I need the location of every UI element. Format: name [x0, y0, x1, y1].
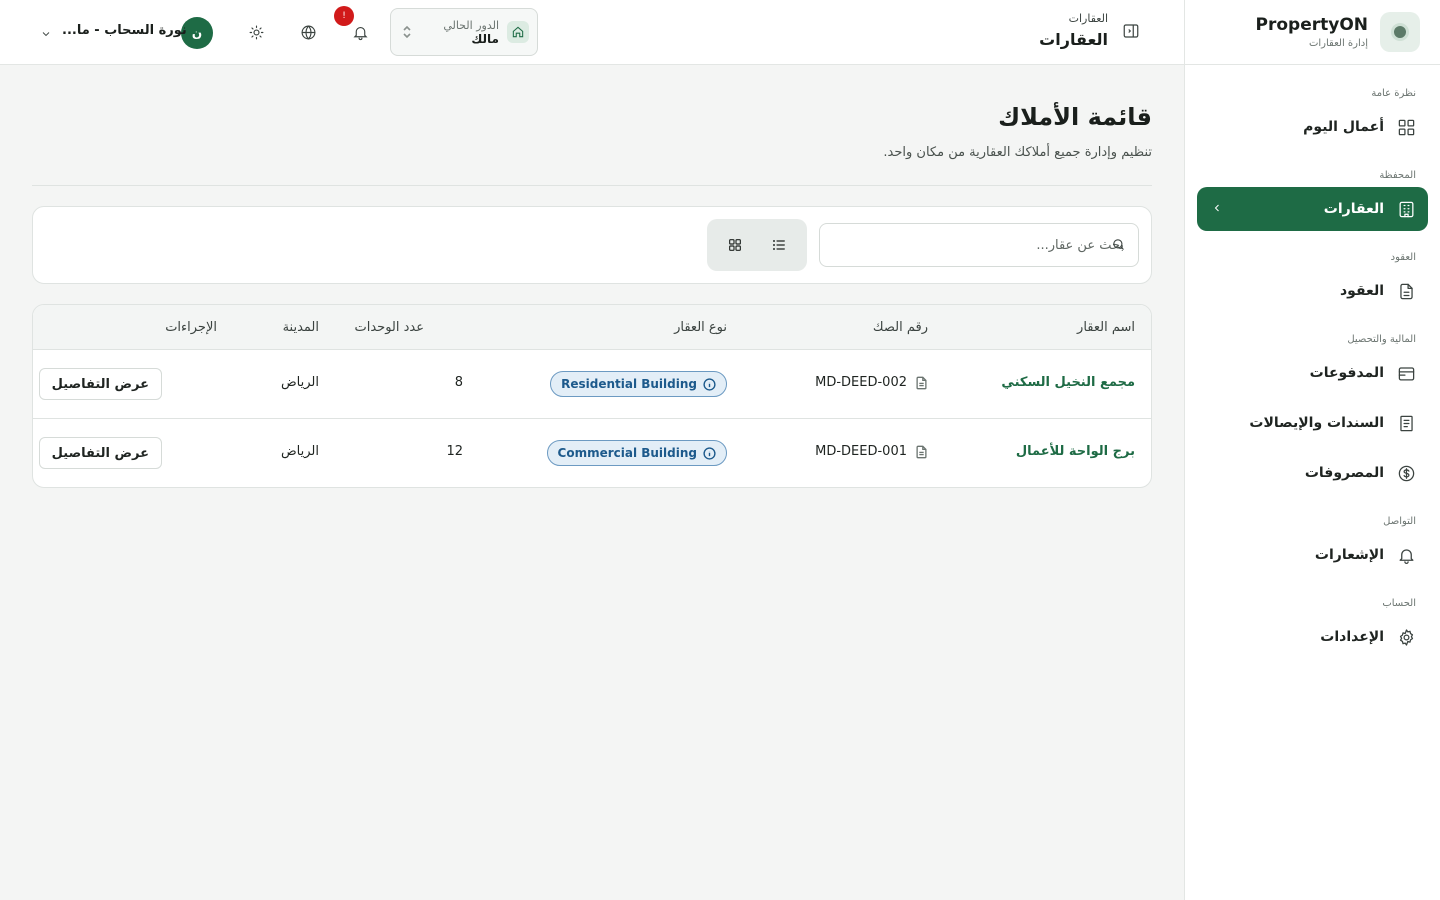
list-view-button[interactable]	[759, 225, 799, 265]
units-count: 8	[454, 375, 463, 390]
brand-logo[interactable]	[1380, 12, 1420, 52]
view-details-button[interactable]: عرض التفاصيل	[38, 437, 162, 469]
chevron-updown-icon	[401, 24, 413, 40]
notifications-button[interactable]	[350, 22, 370, 42]
city: الرياض	[280, 444, 319, 459]
sidebar-nav: نظرة عامة أعمال اليوم المحفظة العقارات ا…	[1185, 65, 1440, 659]
file-icon	[916, 445, 927, 458]
grid-icon	[1396, 117, 1416, 137]
column-header-actions: الإجراءات	[165, 320, 217, 335]
sidebar-item-label: الإشعارات	[1314, 547, 1384, 563]
gear-icon	[1396, 627, 1416, 647]
nav-section-account: الحساب	[1382, 598, 1416, 609]
sidebar-toggle-icon[interactable]	[1120, 22, 1140, 42]
info-icon	[703, 377, 716, 391]
filters-toolbar	[32, 206, 1152, 284]
sidebar-item-expenses[interactable]: المصروفات	[1197, 451, 1428, 495]
receipt-icon	[1396, 413, 1416, 433]
user-name[interactable]: نورة السحاب - ما...	[62, 23, 187, 38]
search-icon	[1110, 237, 1126, 253]
home-icon	[507, 21, 529, 43]
column-header-type[interactable]: نوع العقار	[674, 320, 727, 335]
page-subtitle: تنظيم وإدارة جميع أملاكك العقارية من مكا…	[883, 145, 1152, 160]
sidebar-item-properties[interactable]: العقارات	[1197, 187, 1428, 231]
brand: PropertyON إدارة العقارات	[1185, 0, 1440, 65]
nav-section-overview: نظرة عامة	[1371, 88, 1416, 99]
property-type-badge[interactable]: Residential Building	[550, 371, 727, 397]
table-row[interactable]: برج الواحة للأعمال MD-DEED-001 Commercia…	[33, 419, 1151, 487]
units-count: 12	[446, 444, 463, 459]
page-title: قائمة الأملاك	[998, 103, 1152, 131]
column-header-name[interactable]: اسم العقار	[1077, 320, 1135, 335]
sidebar-item-label: العقود	[1340, 283, 1384, 299]
sidebar-item-today[interactable]: أعمال اليوم	[1197, 105, 1428, 149]
nav-section-communication: التواصل	[1383, 516, 1416, 527]
property-type-label: Commercial Building	[557, 446, 697, 460]
column-header-units[interactable]: عدد الوحدات	[354, 320, 424, 335]
nav-section-portfolio: المحفظة	[1379, 170, 1416, 181]
file-icon	[916, 376, 927, 389]
breadcrumb: العقارات العقارات	[1039, 12, 1108, 49]
sidebar-item-settings[interactable]: الإعدادات	[1197, 615, 1428, 659]
property-name-link[interactable]: برج الواحة للأعمال	[1016, 444, 1135, 459]
role-value: مالك	[471, 31, 499, 46]
sidebar: PropertyON إدارة العقارات نظرة عامة أعما…	[1184, 0, 1440, 900]
top-header: العقارات العقارات الدور الحالي مالك ! ن …	[0, 0, 1184, 65]
role-switcher[interactable]: الدور الحالي مالك	[390, 8, 538, 56]
divider	[32, 185, 1152, 186]
globe-icon	[301, 24, 315, 40]
bell-icon	[352, 26, 368, 40]
main-content: قائمة الأملاك تنظيم وإدارة جميع أملاكك ا…	[0, 65, 1184, 900]
sidebar-item-label: المدفوعات	[1309, 365, 1384, 381]
sidebar-item-label: المصروفات	[1304, 465, 1384, 481]
sidebar-item-receipts[interactable]: السندات والإيصالات	[1197, 401, 1428, 445]
deed-number-text: MD-DEED-001	[815, 444, 907, 459]
deed-number-text: MD-DEED-002	[815, 375, 907, 390]
role-label: الدور الحالي	[443, 18, 499, 32]
column-header-deed[interactable]: رقم الصك	[873, 320, 928, 335]
sidebar-item-notifications[interactable]: الإشعارات	[1197, 533, 1428, 577]
sidebar-item-label: أعمال اليوم	[1303, 119, 1384, 135]
bell-icon	[1396, 545, 1416, 565]
list-icon	[773, 240, 785, 250]
column-header-city[interactable]: المدينة	[283, 320, 319, 335]
property-type-badge[interactable]: Commercial Building	[546, 440, 727, 466]
deed-number: MD-DEED-001	[815, 444, 928, 459]
chevron-left-icon	[1209, 202, 1223, 216]
brand-name: PropertyON	[1255, 15, 1369, 35]
view-toggle	[707, 219, 807, 271]
sidebar-item-label: العقارات	[1323, 201, 1384, 217]
nav-section-contracts: العقود	[1390, 252, 1416, 263]
sidebar-item-payments[interactable]: المدفوعات	[1197, 351, 1428, 395]
brand-subtitle: إدارة العقارات	[1308, 38, 1368, 49]
grid-view-button[interactable]	[715, 225, 755, 265]
document-icon	[1396, 281, 1416, 301]
nav-section-finance: المالية والتحصيل	[1347, 334, 1416, 345]
grid-icon	[729, 239, 741, 251]
wallet-icon	[1396, 363, 1416, 383]
breadcrumb-parent[interactable]: العقارات	[1039, 12, 1108, 25]
sidebar-item-contracts[interactable]: العقود	[1197, 269, 1428, 313]
city: الرياض	[280, 375, 319, 390]
language-button[interactable]	[298, 22, 318, 42]
sidebar-item-label: الإعدادات	[1320, 629, 1384, 645]
sidebar-item-label: السندات والإيصالات	[1249, 415, 1384, 431]
properties-table: اسم العقار رقم الصك نوع العقار عدد الوحد…	[32, 304, 1152, 488]
sun-icon	[249, 25, 263, 39]
table-row[interactable]: مجمع النخيل السكني MD-DEED-002 Residenti…	[33, 350, 1151, 419]
building-icon	[1396, 199, 1416, 219]
property-type-label: Residential Building	[561, 377, 697, 391]
view-details-button[interactable]: عرض التفاصيل	[38, 368, 162, 400]
search-box	[819, 223, 1139, 267]
search-input[interactable]	[834, 237, 1124, 253]
notification-badge: !	[334, 6, 354, 26]
theme-toggle-button[interactable]	[246, 22, 266, 42]
dollar-circle-icon	[1396, 463, 1416, 483]
info-icon	[703, 446, 716, 460]
header-title: العقارات	[1039, 30, 1108, 49]
table-header: اسم العقار رقم الصك نوع العقار عدد الوحد…	[33, 305, 1151, 350]
deed-number: MD-DEED-002	[815, 375, 928, 390]
chevron-down-icon[interactable]	[38, 25, 52, 39]
property-name-link[interactable]: مجمع النخيل السكني	[1001, 375, 1135, 390]
